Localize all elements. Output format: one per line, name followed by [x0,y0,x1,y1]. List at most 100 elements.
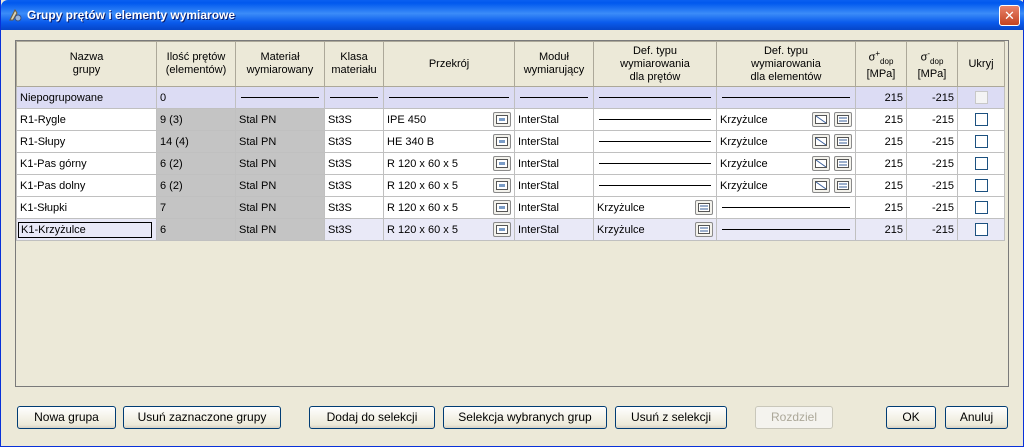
cell-material[interactable]: Stal PN [235,152,325,175]
cell-name[interactable]: K1-Pas górny [16,152,157,175]
hide-checkbox[interactable] [974,157,988,170]
cell-sigma-plus[interactable]: 215 [855,196,907,219]
cell-sigma-minus[interactable]: -215 [906,108,958,131]
table-row[interactable]: R1-Słupy 14 (4) Stal PN St3S HE 340 B In… [16,130,1005,153]
cell-klasa[interactable]: St3S [324,152,384,175]
col-header-modul[interactable]: Moduł wymiarujący [514,41,594,87]
hide-checkbox[interactable] [974,179,988,192]
cell-name[interactable]: K1-Krzyżulce [16,218,157,241]
hide-checkbox[interactable] [974,201,988,214]
cell-name[interactable]: Niepogrupowane [16,86,157,109]
table-row[interactable]: Niepogrupowane 0 215 -215 [16,86,1005,109]
cell-przekroj[interactable]: R 120 x 60 x 5 [383,152,515,175]
cell-klasa[interactable]: St3S [324,196,384,219]
cell-sigma-minus[interactable]: -215 [906,174,958,197]
cell-name[interactable]: K1-Słupki [16,196,157,219]
cell-sigma-plus[interactable]: 215 [855,152,907,175]
section-picker-button[interactable] [493,134,511,149]
edit-type-button[interactable] [695,200,713,215]
cell-przekroj[interactable]: R 120 x 60 x 5 [383,196,515,219]
cell-def-elementow[interactable]: Krzyżulce [716,130,856,153]
cell-przekroj[interactable]: IPE 450 [383,108,515,131]
define-type-button[interactable] [812,112,830,127]
cell-ukryj[interactable] [957,108,1005,131]
cell-przekroj[interactable]: R 120 x 60 x 5 [383,218,515,241]
table-row[interactable]: K1-Pas dolny 6 (2) Stal PN St3S R 120 x … [16,174,1005,197]
table-row[interactable]: K1-Słupki 7 Stal PN St3S R 120 x 60 x 5 … [16,196,1005,219]
cell-def-pretow[interactable]: Krzyżulce [593,196,717,219]
select-chosen-groups-button[interactable]: Selekcja wybranych grup [443,406,607,429]
cell-ukryj[interactable] [957,196,1005,219]
cell-ukryj[interactable] [957,130,1005,153]
title-bar[interactable]: Grupy prętów i elementy wymiarowe ✕ [1,0,1024,30]
cell-sigma-minus[interactable]: -215 [906,218,958,241]
table-row[interactable]: R1-Rygle 9 (3) Stal PN St3S IPE 450 Inte… [16,108,1005,131]
cell-modul[interactable]: InterStal [514,152,594,175]
define-type-button[interactable] [812,178,830,193]
cancel-button[interactable]: Anuluj [945,406,1008,429]
col-header-def-pretow[interactable]: Def. typu wymiarowania dla prętów [593,41,717,87]
cell-name[interactable]: K1-Pas dolny [16,174,157,197]
cell-przekroj[interactable]: HE 340 B [383,130,515,153]
cell-name[interactable]: R1-Słupy [16,130,157,153]
table-row[interactable]: K1-Pas górny 6 (2) Stal PN St3S R 120 x … [16,152,1005,175]
cell-material[interactable]: Stal PN [235,218,325,241]
section-picker-button[interactable] [493,112,511,127]
cell-sigma-plus[interactable]: 215 [855,130,907,153]
cell-sigma-plus[interactable]: 215 [855,108,907,131]
cell-przekroj[interactable]: R 120 x 60 x 5 [383,174,515,197]
cell-ukryj[interactable] [957,152,1005,175]
col-header-przekroj[interactable]: Przekrój [383,41,515,87]
new-group-button[interactable]: Nowa grupa [17,406,116,429]
cell-sigma-minus[interactable]: -215 [906,196,958,219]
edit-type-button[interactable] [834,134,852,149]
col-header-ilosc[interactable]: Ilość prętów (elementów) [156,41,236,87]
col-header-ukryj[interactable]: Ukryj [957,41,1005,87]
cell-modul[interactable]: InterStal [514,196,594,219]
cell-klasa[interactable]: St3S [324,130,384,153]
edit-type-button[interactable] [834,178,852,193]
table-row[interactable]: K1-Krzyżulce 6 Stal PN St3S R 120 x 60 x… [16,218,1005,241]
cell-def-pretow[interactable]: Krzyżulce [593,218,717,241]
cell-ukryj[interactable] [957,218,1005,241]
add-to-selection-button[interactable]: Dodaj do selekcji [309,406,435,429]
col-header-sigma-plus[interactable]: σ+dop [MPa] [855,41,907,87]
group-name-edit-field[interactable]: K1-Krzyżulce [18,221,152,238]
cell-sigma-minus[interactable]: -215 [906,86,958,109]
cell-sigma-plus[interactable]: 215 [855,86,907,109]
cell-klasa[interactable]: St3S [324,218,384,241]
close-button[interactable]: ✕ [999,5,1020,26]
cell-klasa[interactable]: St3S [324,108,384,131]
cell-def-elementow[interactable]: Krzyżulce [716,152,856,175]
section-picker-button[interactable] [493,222,511,237]
cell-sigma-minus[interactable]: -215 [906,152,958,175]
cell-klasa[interactable]: St3S [324,174,384,197]
cell-def-elementow[interactable]: Krzyżulce [716,174,856,197]
cell-modul[interactable]: InterStal [514,218,594,241]
ok-button[interactable]: OK [886,406,936,429]
hide-checkbox[interactable] [974,113,988,126]
cell-modul[interactable]: InterStal [514,174,594,197]
define-type-button[interactable] [812,134,830,149]
cell-sigma-minus[interactable]: -215 [906,130,958,153]
cell-material[interactable]: Stal PN [235,130,325,153]
define-type-button[interactable] [812,156,830,171]
col-header-sigma-minus[interactable]: σ-dop [MPa] [906,41,958,87]
cell-ukryj[interactable] [957,174,1005,197]
split-button[interactable]: Rozdziel [755,406,833,429]
cell-material[interactable]: Stal PN [235,174,325,197]
cell-sigma-plus[interactable]: 215 [855,174,907,197]
cell-name[interactable]: R1-Rygle [16,108,157,131]
hide-checkbox[interactable] [974,223,988,236]
cell-modul[interactable]: InterStal [514,108,594,131]
edit-type-button[interactable] [834,112,852,127]
edit-type-button[interactable] [834,156,852,171]
edit-type-button[interactable] [695,222,713,237]
section-picker-button[interactable] [493,200,511,215]
remove-from-selection-button[interactable]: Usuń z selekcji [615,406,727,429]
col-header-def-elementow[interactable]: Def. typu wymiarowania dla elementów [716,41,856,87]
section-picker-button[interactable] [493,156,511,171]
col-header-klasa[interactable]: Klasa materiału [324,41,384,87]
col-header-nazwa[interactable]: Nazwa grupy [16,41,157,87]
cell-def-elementow[interactable]: Krzyżulce [716,108,856,131]
